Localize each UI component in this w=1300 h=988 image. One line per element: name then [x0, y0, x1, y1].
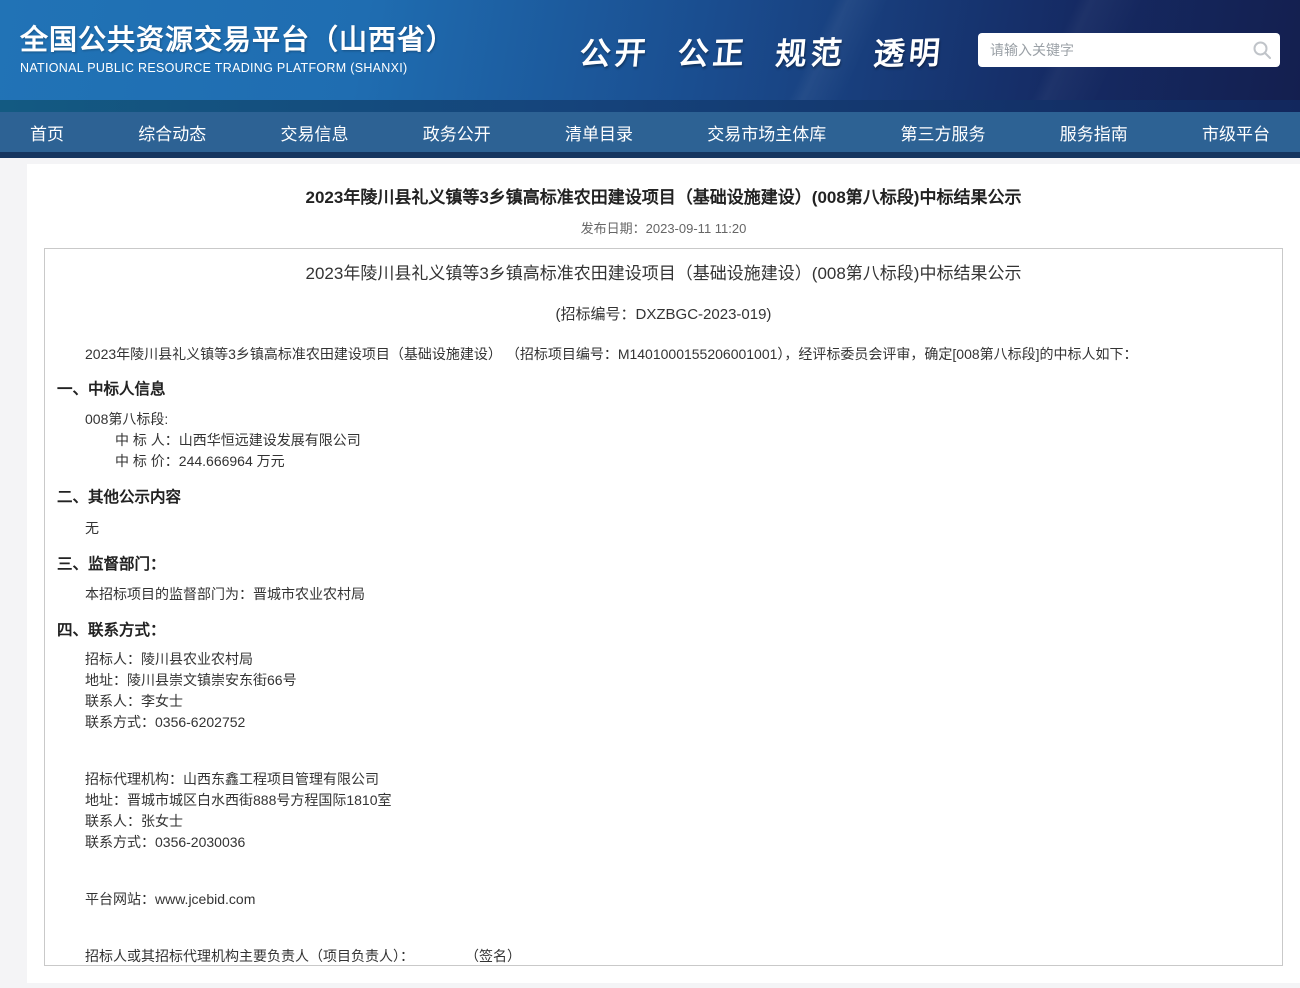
- nav-item-third-party[interactable]: 第三方服务: [901, 120, 986, 145]
- winner-line: 中 标 人：山西华恒远建设发展有限公司: [53, 430, 1274, 451]
- section-3-content: 本招标项目的监督部门为：晋城市农业农村局: [53, 584, 1274, 605]
- site-subtitle: NATIONAL PUBLIC RESOURCE TRADING PLATFOR…: [20, 62, 455, 75]
- search-input[interactable]: [978, 33, 1280, 67]
- agency-contact: 联系人：张女士: [53, 811, 1274, 832]
- lot-line: 008第八标段:: [53, 409, 1274, 430]
- tenderer-address: 地址：陵川县崇文镇崇安东街66号: [53, 670, 1274, 691]
- doc-intro: 2023年陵川县礼义镇等3乡镇高标准农田建设项目（基础设施建设） （招标项目编号…: [53, 344, 1274, 364]
- search-icon[interactable]: [1252, 40, 1272, 60]
- agency-address: 地址：晋城市城区白水西街888号方程国际1810室: [53, 790, 1274, 811]
- nav-item-market-entities[interactable]: 交易市场主体库: [707, 120, 826, 145]
- agency-phone: 联系方式：0356-2030036: [53, 832, 1274, 853]
- agency-name: 招标代理机构：山西东鑫工程项目管理有限公司: [53, 769, 1274, 790]
- header-divider-band: [0, 100, 1300, 112]
- site-header: 全国公共资源交易平台（山西省） NATIONAL PUBLIC RESOURCE…: [0, 0, 1300, 100]
- announcement-box: 2023年陵川县礼义镇等3乡镇高标准农田建设项目（基础设施建设）(008第八标段…: [44, 248, 1283, 966]
- section-2-content: 无: [53, 518, 1274, 539]
- slogan-word: 公正: [676, 27, 750, 73]
- agency-contact-block: 招标代理机构：山西东鑫工程项目管理有限公司 地址：晋城市城区白水西街888号方程…: [53, 769, 1274, 853]
- slogan-word: 透明: [872, 27, 946, 73]
- section-1-heading: 一、中标人信息: [53, 380, 1274, 400]
- slogan-word: 公开: [578, 27, 652, 73]
- nav-item-news[interactable]: 综合动态: [138, 120, 206, 145]
- section-4-heading: 四、联系方式：: [53, 621, 1274, 641]
- content-panel: 2023年陵川县礼义镇等3乡镇高标准农田建设项目（基础设施建设）(008第八标段…: [27, 164, 1300, 983]
- signature-leader-line: 招标人或其招标代理机构主要负责人（项目负责人）： （签名）: [53, 946, 1274, 966]
- doc-title: 2023年陵川县礼义镇等3乡镇高标准农田建设项目（基础设施建设）(008第八标段…: [53, 263, 1274, 285]
- nav-item-home[interactable]: 首页: [30, 120, 64, 145]
- slogan-word: 规范: [774, 27, 848, 73]
- nav-item-list-catalog[interactable]: 清单目录: [565, 120, 633, 145]
- nav-item-service-guide[interactable]: 服务指南: [1060, 120, 1128, 145]
- signature-leader-label: 招标人或其招标代理机构主要负责人（项目负责人）：: [85, 948, 414, 964]
- tenderer-contact: 联系人：李女士: [53, 691, 1274, 712]
- site-logo: 全国公共资源交易平台（山西省） NATIONAL PUBLIC RESOURCE…: [20, 26, 455, 75]
- tenderer-contact-block: 招标人：陵川县农业农村局 地址：陵川县崇文镇崇安东街66号 联系人：李女士 联系…: [53, 649, 1274, 733]
- tender-code: (招标编号：DXZBGC-2023-019): [53, 303, 1274, 324]
- platform-website: 平台网站：www.jcebid.com: [53, 889, 1274, 910]
- site-title: 全国公共资源交易平台（山西省）: [20, 26, 455, 54]
- search-box: [978, 33, 1280, 67]
- tenderer-phone: 联系方式：0356-6202752: [53, 712, 1274, 733]
- main-nav: 首页 综合动态 交易信息 政务公开 清单目录 交易市场主体库 第三方服务 服务指…: [0, 112, 1300, 152]
- section-2-heading: 二、其他公示内容: [53, 488, 1274, 508]
- nav-item-gov-disclosure[interactable]: 政务公开: [423, 120, 491, 145]
- page-body: 2023年陵川县礼义镇等3乡镇高标准农田建设项目（基础设施建设）(008第八标段…: [0, 158, 1300, 983]
- slogan-banner: 公开 公正 规范 透明: [580, 28, 944, 73]
- signature-block: 招标人或其招标代理机构主要负责人（项目负责人）： （签名） 招标人或其招标代理机构…: [53, 946, 1274, 966]
- publish-date: 发布日期：2023-09-11 11:20: [27, 218, 1300, 237]
- nav-item-city-platform[interactable]: 市级平台: [1202, 120, 1270, 145]
- nav-item-trade-info[interactable]: 交易信息: [281, 120, 349, 145]
- section-3-heading: 三、监督部门：: [53, 555, 1274, 575]
- signature-leader-suffix: （签名）: [472, 948, 521, 964]
- tenderer-name: 招标人：陵川县农业农村局: [53, 649, 1274, 670]
- price-line: 中 标 价：244.666964 万元: [53, 451, 1274, 472]
- article-title: 2023年陵川县礼义镇等3乡镇高标准农田建设项目（基础设施建设）(008第八标段…: [27, 183, 1300, 208]
